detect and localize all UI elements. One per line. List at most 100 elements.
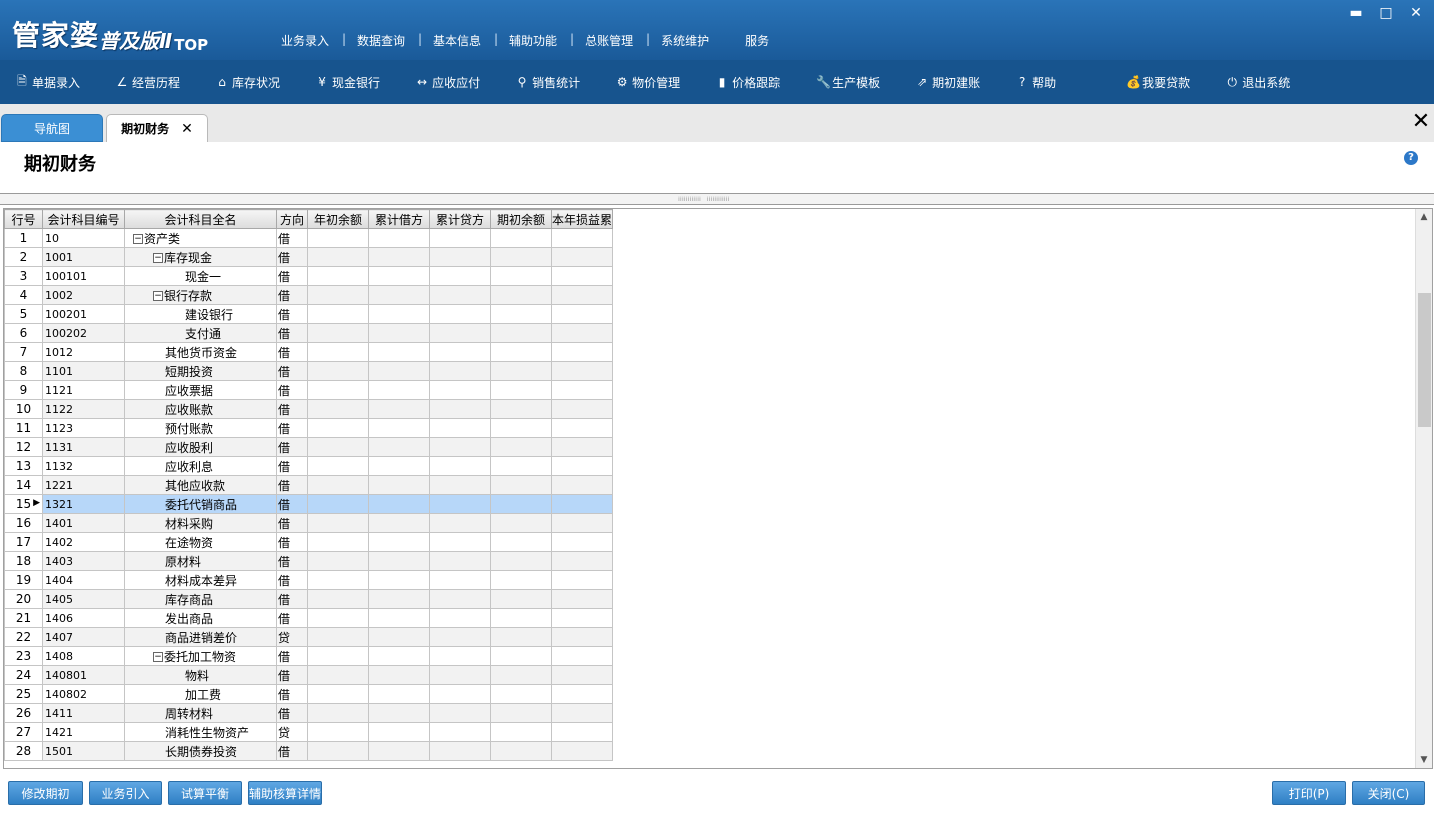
direction-cell[interactable]: 借: [276, 532, 308, 552]
cumulative-debit-cell[interactable]: [368, 285, 430, 305]
opening-year-balance-cell[interactable]: [307, 532, 369, 552]
cumulative-debit-cell[interactable]: [368, 323, 430, 343]
account-code-cell[interactable]: 1131: [42, 437, 125, 457]
direction-cell[interactable]: 借: [276, 684, 308, 704]
annual-pl-cumulative-cell[interactable]: [550, 684, 614, 704]
account-code-cell[interactable]: 1001: [42, 247, 125, 267]
account-name-cell[interactable]: 其他应收款: [124, 475, 277, 495]
account-name-cell[interactable]: 加工费: [124, 684, 277, 704]
table-row[interactable]: 22 1407 商品进销差价 贷: [4, 627, 614, 647]
account-code-cell[interactable]: 1121: [42, 380, 125, 400]
period-opening-balance-cell[interactable]: [490, 551, 552, 571]
direction-cell[interactable]: 借: [276, 304, 308, 324]
cumulative-debit-cell[interactable]: [368, 684, 430, 704]
period-opening-balance-cell[interactable]: [490, 437, 552, 457]
opening-year-balance-cell[interactable]: [307, 570, 369, 590]
collapse-toggle-icon[interactable]: −: [153, 253, 163, 263]
close-all-tabs-icon[interactable]: ✕: [1410, 111, 1432, 134]
collapse-toggle-icon[interactable]: −: [133, 234, 143, 244]
account-code-cell[interactable]: 1401: [42, 513, 125, 533]
cumulative-debit-cell[interactable]: [368, 342, 430, 362]
cumulative-debit-cell[interactable]: [368, 399, 430, 419]
account-code-cell[interactable]: 140802: [42, 684, 125, 704]
opening-year-balance-cell[interactable]: [307, 513, 369, 533]
annual-pl-cumulative-cell[interactable]: [550, 703, 614, 723]
account-name-cell[interactable]: − 银行存款: [124, 285, 277, 305]
account-code-cell[interactable]: 1101: [42, 361, 125, 381]
table-row[interactable]: 20 1405 库存商品 借: [4, 589, 614, 609]
tab-opening-finance[interactable]: 期初财务 ✕: [106, 114, 208, 142]
cumulative-credit-cell[interactable]: [429, 456, 491, 476]
account-name-cell[interactable]: 材料成本差异: [124, 570, 277, 590]
auxiliary-detail-button[interactable]: 辅助核算详情: [248, 781, 322, 805]
account-code-cell[interactable]: 1407: [42, 627, 125, 647]
collapse-toggle-icon[interactable]: −: [153, 652, 163, 662]
account-code-cell[interactable]: 100202: [42, 323, 125, 343]
period-opening-balance-cell[interactable]: [490, 608, 552, 628]
account-name-cell[interactable]: 应收票据: [124, 380, 277, 400]
toolbar-item-9[interactable]: ⇗ 期初建账: [916, 74, 980, 91]
trial-balance-button[interactable]: 试算平衡: [168, 781, 242, 805]
opening-year-balance-cell[interactable]: [307, 399, 369, 419]
table-row[interactable]: 14 1221 其他应收款 借: [4, 475, 614, 495]
annual-pl-cumulative-cell[interactable]: [550, 323, 614, 343]
account-name-cell[interactable]: − 委托加工物资: [124, 646, 277, 666]
cumulative-credit-cell[interactable]: [429, 494, 491, 514]
account-code-cell[interactable]: 100101: [42, 266, 125, 286]
top-menu-item[interactable]: 基本信息: [419, 32, 498, 49]
table-row[interactable]: 8 1101 短期投资 借: [4, 361, 614, 381]
annual-pl-cumulative-cell[interactable]: [550, 627, 614, 647]
cumulative-debit-cell[interactable]: [368, 456, 430, 476]
table-row[interactable]: 19 1404 材料成本差异 借: [4, 570, 614, 590]
cumulative-debit-cell[interactable]: [368, 304, 430, 324]
cumulative-credit-cell[interactable]: [429, 304, 491, 324]
opening-year-balance-cell[interactable]: [307, 323, 369, 343]
period-opening-balance-cell[interactable]: [490, 418, 552, 438]
account-name-cell[interactable]: 发出商品: [124, 608, 277, 628]
period-opening-balance-cell[interactable]: [490, 285, 552, 305]
column-header[interactable]: 年初余额: [307, 209, 369, 229]
period-opening-balance-cell[interactable]: [490, 266, 552, 286]
period-opening-balance-cell[interactable]: [490, 532, 552, 552]
account-name-cell[interactable]: 长期债券投资: [124, 741, 277, 761]
cumulative-debit-cell[interactable]: [368, 361, 430, 381]
cumulative-credit-cell[interactable]: [429, 266, 491, 286]
account-code-cell[interactable]: 10: [42, 228, 125, 248]
annual-pl-cumulative-cell[interactable]: [550, 399, 614, 419]
period-opening-balance-cell[interactable]: [490, 247, 552, 267]
direction-cell[interactable]: 借: [276, 646, 308, 666]
account-code-cell[interactable]: 1122: [42, 399, 125, 419]
toolbar-item-8[interactable]: 🔧 生产模板: [816, 74, 880, 91]
annual-pl-cumulative-cell[interactable]: [550, 665, 614, 685]
cumulative-credit-cell[interactable]: [429, 532, 491, 552]
cumulative-debit-cell[interactable]: [368, 646, 430, 666]
table-row[interactable]: 2 1001− 库存现金借: [4, 247, 614, 267]
account-code-cell[interactable]: 1321: [42, 494, 125, 514]
annual-pl-cumulative-cell[interactable]: [550, 646, 614, 666]
table-row[interactable]: 6 100202 支付通 借: [4, 323, 614, 343]
account-code-cell[interactable]: 140801: [42, 665, 125, 685]
account-name-cell[interactable]: 原材料: [124, 551, 277, 571]
annual-pl-cumulative-cell[interactable]: [550, 285, 614, 305]
cumulative-debit-cell[interactable]: [368, 380, 430, 400]
toolbar-item-4[interactable]: ↔ 应收应付: [416, 74, 480, 91]
toolbar-item-0[interactable]: 🗎 单据录入: [16, 72, 80, 93]
annual-pl-cumulative-cell[interactable]: [550, 570, 614, 590]
period-opening-balance-cell[interactable]: [490, 380, 552, 400]
annual-pl-cumulative-cell[interactable]: [550, 304, 614, 324]
cumulative-debit-cell[interactable]: [368, 703, 430, 723]
cumulative-credit-cell[interactable]: [429, 285, 491, 305]
annual-pl-cumulative-cell[interactable]: [550, 266, 614, 286]
account-code-cell[interactable]: 1501: [42, 741, 125, 761]
modify-opening-button[interactable]: 修改期初: [8, 781, 83, 805]
period-opening-balance-cell[interactable]: [490, 361, 552, 381]
opening-year-balance-cell[interactable]: [307, 703, 369, 723]
table-row[interactable]: 25 140802 加工费 借: [4, 684, 614, 704]
annual-pl-cumulative-cell[interactable]: [550, 551, 614, 571]
annual-pl-cumulative-cell[interactable]: [550, 361, 614, 381]
opening-year-balance-cell[interactable]: [307, 361, 369, 381]
top-menu-item[interactable]: 系统维护: [647, 32, 723, 49]
annual-pl-cumulative-cell[interactable]: [550, 247, 614, 267]
cumulative-credit-cell[interactable]: [429, 646, 491, 666]
cumulative-debit-cell[interactable]: [368, 551, 430, 571]
